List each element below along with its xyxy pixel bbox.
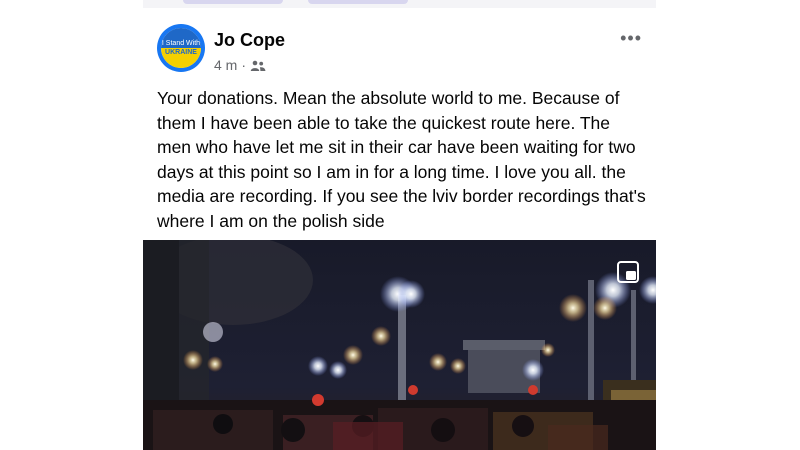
- night-border-scene: [143, 240, 656, 450]
- post-time[interactable]: 4 m: [214, 57, 237, 73]
- author-name[interactable]: Jo Cope: [214, 30, 285, 51]
- avatar[interactable]: I Stand With UKRAINE: [157, 24, 205, 72]
- meta-separator: ·: [241, 57, 247, 73]
- post-photo[interactable]: [143, 240, 656, 450]
- avatar-text-top: I Stand With: [161, 28, 201, 48]
- post-meta: 4 m ·: [214, 57, 266, 73]
- post-text: Your donations. Mean the absolute world …: [157, 88, 646, 231]
- avatar-frame: I Stand With UKRAINE: [161, 28, 201, 68]
- expand-icon[interactable]: [616, 260, 640, 284]
- tab-indicator: [308, 0, 408, 4]
- tab-indicator: [183, 0, 283, 4]
- friends-icon[interactable]: [250, 59, 266, 71]
- more-options-icon[interactable]: •••: [620, 28, 642, 49]
- post-card: I Stand With UKRAINE Jo Cope 4 m · ••• Y…: [143, 0, 656, 450]
- avatar-text-bottom: UKRAINE: [161, 48, 201, 68]
